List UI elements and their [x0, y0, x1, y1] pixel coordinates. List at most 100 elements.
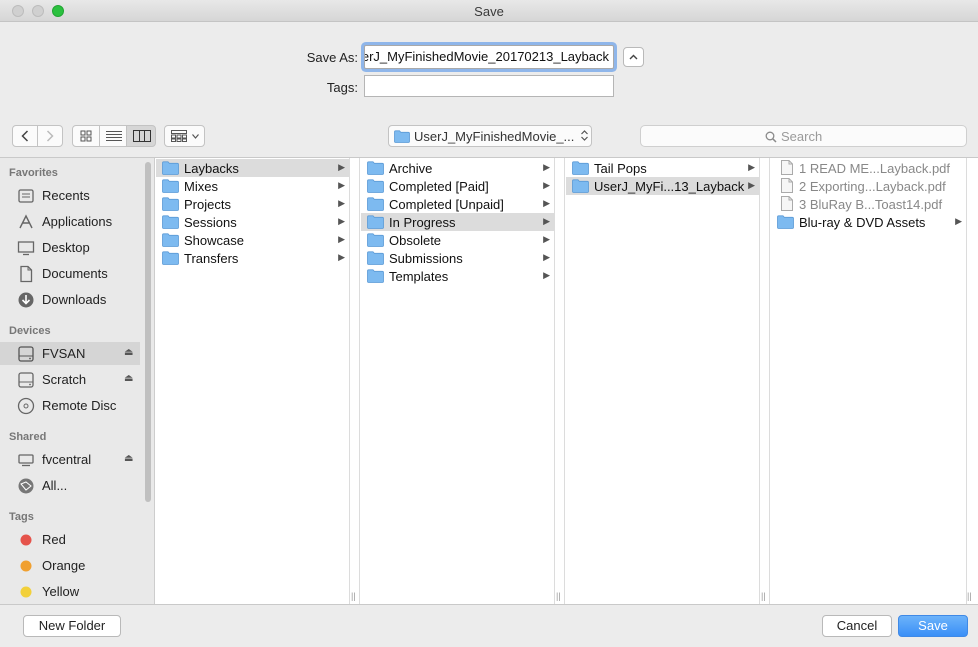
column-resize-handle[interactable]: || [556, 158, 565, 604]
sidebar-item-label: Applications [42, 214, 113, 229]
browser-column-1: Laybacks ▶ Mixes ▶ Projects ▶ Sessions ▶… [156, 158, 350, 604]
sidebar: Favorites Recents Applications Desktop D… [0, 158, 155, 604]
column-resize-handle[interactable]: || [351, 158, 360, 604]
tags-label: Tags: [326, 80, 358, 95]
sidebar-item-documents[interactable]: Documents [0, 262, 140, 285]
sidebar-item-fvcentral[interactable]: fvcentral ⏏ [0, 448, 140, 471]
list-item[interactable]: Submissions ▶ [361, 249, 554, 267]
chevron-right-icon: ▶ [543, 180, 550, 190]
list-item[interactable]: Transfers ▶ [156, 249, 349, 267]
document-icon [20, 265, 33, 283]
server-icon [18, 454, 34, 467]
sidebar-item-label: All... [42, 478, 68, 493]
folder-icon [162, 233, 179, 247]
arrange-button[interactable] [164, 125, 205, 147]
drive-icon [18, 372, 34, 388]
list-item[interactable]: Obsolete ▶ [361, 231, 554, 249]
list-view-button[interactable] [99, 125, 127, 147]
list-item[interactable]: 2 Exporting...Layback.pdf [771, 177, 966, 195]
tag-dot-icon [20, 586, 32, 598]
list-item[interactable]: Showcase ▶ [156, 231, 349, 249]
chevron-right-icon: ▶ [955, 216, 962, 226]
folder-icon [367, 215, 384, 229]
search-icon [765, 131, 777, 143]
folder-icon [367, 233, 384, 247]
item-name: Templates [389, 269, 449, 284]
list-item[interactable]: Sessions ▶ [156, 213, 349, 231]
folder-icon [162, 251, 179, 265]
chevron-right-icon: ▶ [748, 162, 755, 172]
list-item[interactable]: UserJ_MyFi...13_Layback ▶ [566, 177, 759, 195]
save-button[interactable]: Save [898, 615, 968, 637]
column-resize-handle[interactable]: || [967, 158, 977, 604]
forward-button[interactable] [37, 125, 63, 147]
list-item[interactable]: Projects ▶ [156, 195, 349, 213]
item-name: Sessions [184, 215, 237, 230]
list-item[interactable]: Laybacks ▶ [156, 159, 349, 177]
list-item[interactable]: 3 BluRay B...Toast14.pdf [771, 195, 966, 213]
folder-icon [367, 197, 384, 211]
column-resize-handle[interactable]: || [761, 158, 770, 604]
list-item[interactable]: Blu-ray & DVD Assets ▶ [771, 213, 966, 231]
arrange-grid-icon [171, 130, 187, 142]
column-view-button[interactable] [126, 125, 156, 147]
icon-view-button[interactable] [72, 125, 100, 147]
list-item[interactable]: Completed [Paid] ▶ [361, 177, 554, 195]
applications-icon [19, 214, 33, 229]
sidebar-item-label: Red [42, 532, 66, 547]
list-item[interactable]: In Progress ▶ [361, 213, 554, 231]
list-item[interactable]: Templates ▶ [361, 267, 554, 285]
save-as-input[interactable]: UserJ_MyFinishedMovie_20170213_Layback [364, 45, 614, 69]
title-bar: Save [0, 0, 978, 22]
sidebar-tag-yellow[interactable]: Yellow [0, 580, 140, 603]
list-item[interactable]: Mixes ▶ [156, 177, 349, 195]
pdf-file-icon [781, 160, 793, 175]
sidebar-tag-orange[interactable]: Orange [0, 554, 140, 577]
sidebar-item-label: Recents [42, 188, 90, 203]
list-item[interactable]: Completed [Unpaid] ▶ [361, 195, 554, 213]
new-folder-button[interactable]: New Folder [23, 615, 121, 637]
folder-icon [777, 215, 794, 229]
list-item[interactable]: Tail Pops ▶ [566, 159, 759, 177]
cancel-button[interactable]: Cancel [822, 615, 892, 637]
eject-icon[interactable]: ⏏ [124, 373, 133, 384]
sidebar-header-shared: Shared [9, 431, 47, 443]
collapse-dialog-button[interactable] [623, 47, 644, 67]
browser-column-2: Archive ▶ Completed [Paid] ▶ Completed [… [361, 158, 555, 604]
sidebar-item-scratch[interactable]: Scratch ⏏ [0, 368, 140, 391]
download-icon [18, 292, 34, 308]
item-name: Completed [Paid] [389, 179, 489, 194]
columns-icon [133, 130, 151, 142]
tags-input[interactable] [364, 75, 614, 97]
back-button[interactable] [12, 125, 38, 147]
item-name: Showcase [184, 233, 244, 248]
sidebar-item-remote-disc[interactable]: Remote Disc [0, 394, 140, 417]
eject-icon[interactable]: ⏏ [124, 453, 133, 464]
sidebar-tag-red[interactable]: Red [0, 528, 140, 551]
sidebar-scrollbar[interactable] [145, 162, 151, 502]
pdf-file-icon [781, 178, 793, 193]
sidebar-item-downloads[interactable]: Downloads [0, 288, 140, 311]
sidebar-item-fvsan[interactable]: FVSAN ⏏ [0, 342, 140, 365]
folder-icon [367, 251, 384, 265]
list-item[interactable]: 1 READ ME...Layback.pdf [771, 159, 966, 177]
list-item[interactable]: Archive ▶ [361, 159, 554, 177]
resize-grip-icon: || [351, 591, 356, 601]
search-input[interactable]: Search [640, 125, 967, 147]
browser-column-3: Tail Pops ▶ UserJ_MyFi...13_Layback ▶ [566, 158, 760, 604]
sidebar-item-all-shared[interactable]: All... [0, 474, 140, 497]
sidebar-item-label: FVSAN [42, 346, 86, 361]
sidebar-item-label: fvcentral [42, 452, 92, 467]
sidebar-item-applications[interactable]: Applications [0, 210, 140, 233]
location-popup[interactable]: UserJ_MyFinishedMovie_... [388, 125, 592, 147]
network-icon [18, 478, 34, 494]
item-name: Tail Pops [594, 161, 647, 176]
disc-icon [17, 397, 35, 415]
chevron-right-icon: ▶ [748, 180, 755, 190]
item-name: Laybacks [184, 161, 239, 176]
sidebar-item-desktop[interactable]: Desktop [0, 236, 140, 259]
eject-icon[interactable]: ⏏ [124, 347, 133, 358]
folder-icon [367, 179, 384, 193]
sidebar-item-recents[interactable]: Recents [0, 184, 140, 207]
resize-grip-icon: || [761, 591, 766, 601]
